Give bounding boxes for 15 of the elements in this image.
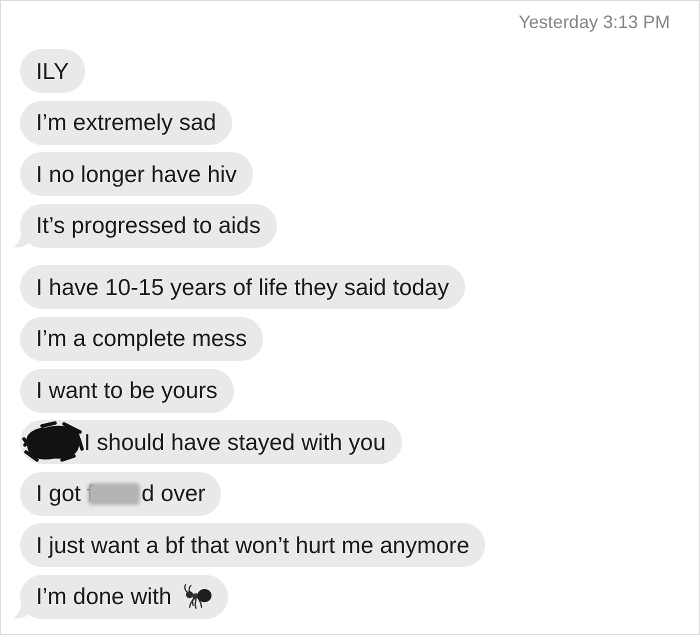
message-text: I should have stayed with you <box>84 430 386 454</box>
message-text: ILY <box>36 60 69 82</box>
message-text: I no longer have hiv <box>36 162 237 186</box>
message-text: It’s progressed to aids <box>36 214 261 238</box>
message-text: I have 10-15 years of life they said today <box>36 276 449 299</box>
blur-patch-icon <box>88 482 140 505</box>
scribble-icon <box>22 421 84 464</box>
message-text: d over <box>142 482 206 506</box>
message-timestamp: Yesterday 3:13 PM <box>518 11 670 33</box>
message-text: I just want a bf that won’t hurt me anymore <box>36 534 470 557</box>
ant-icon <box>182 583 212 610</box>
message-text: I’m extremely sad <box>36 111 216 134</box>
message-text: I want to be yours <box>36 379 218 402</box>
message-text: I’m a complete mess <box>36 327 247 350</box>
message-text: I’m done with <box>36 585 172 608</box>
